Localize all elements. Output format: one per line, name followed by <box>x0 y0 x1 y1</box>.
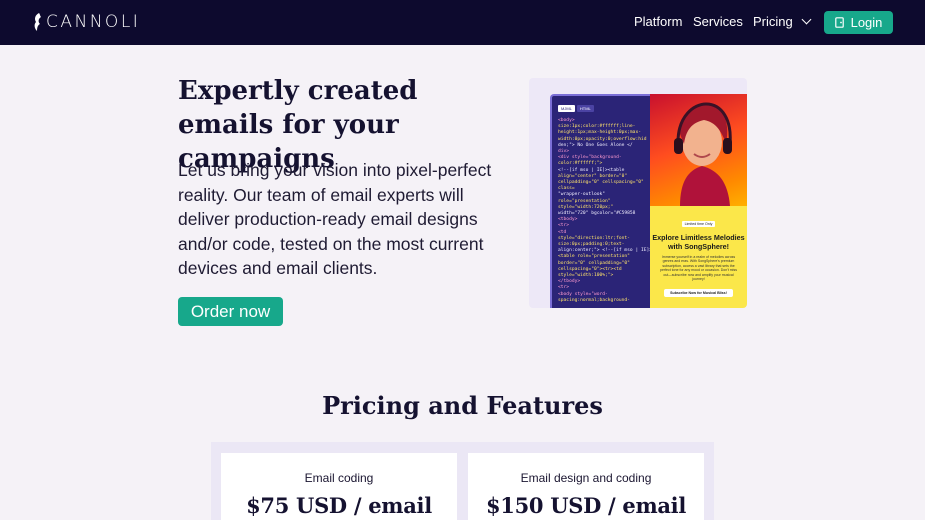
email-preview-image: MJML HTML <body> size:1px;color:#ffffff;… <box>529 78 747 308</box>
email-copy: Immerse yourself in a realm of melodies … <box>660 255 737 282</box>
logo-text: CANNOLI <box>46 12 141 32</box>
email-text-block: Limited time Only Explore Limitless Melo… <box>650 206 747 308</box>
logo[interactable]: CANNOLI <box>32 10 140 34</box>
code-line: width:0px;opacity:0;overflow:hid <box>558 136 647 142</box>
code-panel: MJML HTML <body> size:1px;color:#ffffff;… <box>550 94 651 308</box>
chevron-down-icon <box>801 14 812 25</box>
pricing-title: Pricing and Features <box>322 391 603 420</box>
pricing-card-design-and-coding: Email design and coding $150 USD / email <box>468 453 704 520</box>
nav-link-pricing[interactable]: Pricing <box>753 14 812 29</box>
plan-price: $150 USD / email <box>485 493 687 518</box>
login-button[interactable]: Login <box>824 11 893 34</box>
hero-description: Let us bring your vision into pixel-perf… <box>178 160 492 278</box>
code-tabs: MJML HTML <box>558 105 645 112</box>
plan-label: Email coding <box>304 471 374 485</box>
email-preview: Limited time Only Explore Limitless Melo… <box>650 94 747 308</box>
nav-link-pricing-label: Pricing <box>753 14 793 29</box>
order-now-button[interactable]: Order now <box>178 297 283 326</box>
nav-link-services[interactable]: Services <box>693 14 743 29</box>
code-tab-html: HTML <box>576 105 594 112</box>
code-line: den;"> No One Goes Alone </ <box>558 142 633 148</box>
login-label: Login <box>850 15 883 30</box>
plan-label: Email design and coding <box>520 471 652 485</box>
login-icon <box>834 17 844 28</box>
plan-price: $75 USD / email <box>246 493 432 518</box>
nav-link-platform[interactable]: Platform <box>634 14 682 29</box>
code-line: height:1px;max-height:0px;max- <box>558 130 641 136</box>
code-lines: <body> size:1px;color:#ffffff;line- heig… <box>558 118 651 304</box>
email-heading: Explore Limitless Melodies with SongSphe… <box>652 233 745 251</box>
code-tab-mjml: MJML <box>558 105 575 112</box>
email-badge: Limited time Only <box>681 221 716 227</box>
email-cta: Subscribe Now for Musical Bliss! <box>664 289 733 298</box>
top-navbar: CANNOLI Platform Services Pricing Login <box>0 0 925 45</box>
cannoli-logo-icon <box>34 13 41 31</box>
email-hero-photo <box>650 94 747 206</box>
code-line: spacing:normal;background- <box>558 297 630 303</box>
person-with-headphones-icon <box>674 102 732 206</box>
pricing-card-email-coding: Email coding $75 USD / email <box>221 453 457 520</box>
